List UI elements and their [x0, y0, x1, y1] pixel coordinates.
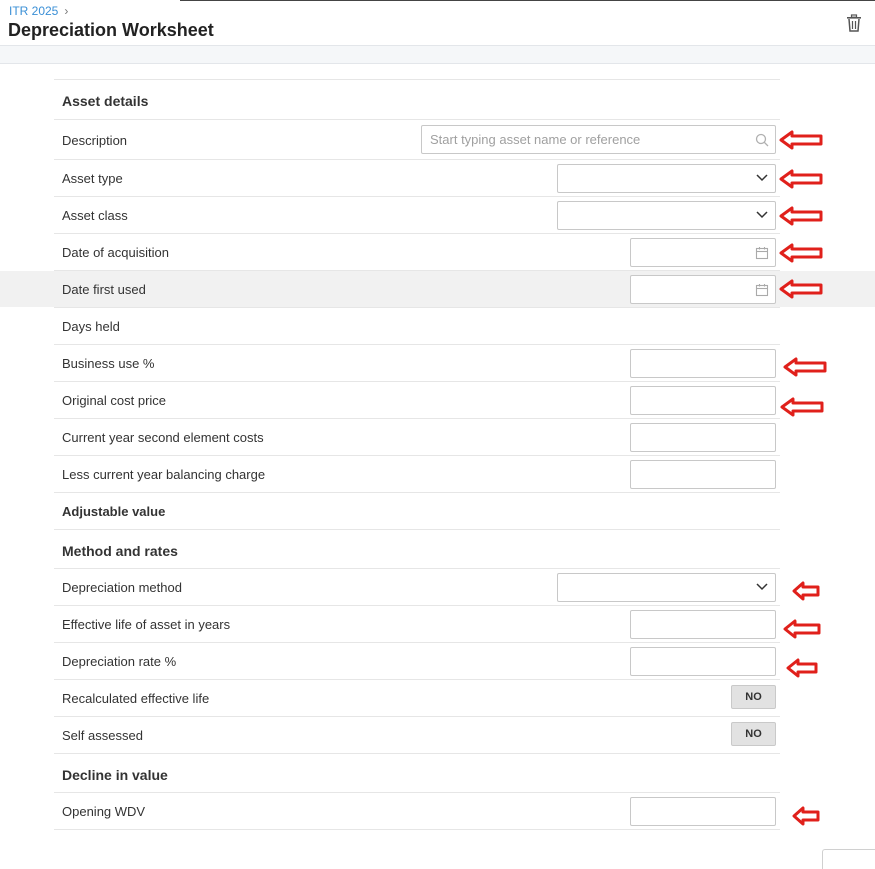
- section-method-rates: Method and rates: [54, 530, 780, 569]
- left-arrow-annotation: [786, 658, 818, 678]
- opening-wdv-input[interactable]: [631, 798, 775, 825]
- effective-life-field[interactable]: [630, 610, 776, 639]
- date-first-used-field[interactable]: [630, 275, 776, 304]
- description-label: Description: [62, 133, 128, 148]
- chevron-down-icon: [756, 211, 768, 219]
- top-border: [0, 0, 875, 1]
- header-band: [0, 46, 875, 64]
- left-arrow-annotation: [783, 357, 827, 377]
- opening-wdv-label: Opening WDV: [62, 804, 146, 819]
- depreciation-method-select[interactable]: [557, 573, 776, 602]
- depreciation-method-label: Depreciation method: [62, 580, 182, 595]
- row-asset-type: Asset type: [54, 160, 780, 197]
- asset-type-label: Asset type: [62, 171, 123, 186]
- second-element-field[interactable]: [630, 423, 776, 452]
- left-arrow-annotation: [792, 581, 820, 601]
- left-arrow-annotation: [779, 169, 823, 189]
- row-date-acquisition: Date of acquisition: [54, 234, 780, 271]
- row-asset-class: Asset class: [54, 197, 780, 234]
- row-business-use: Business use %: [54, 345, 780, 382]
- section-decline-in-value: Decline in value: [54, 754, 780, 793]
- second-element-label: Current year second element costs: [62, 430, 264, 445]
- adjustable-value-label: Adjustable value: [62, 504, 166, 519]
- row-balancing-charge: Less current year balancing charge: [54, 456, 780, 493]
- section-asset-details: Asset details: [54, 80, 780, 120]
- left-arrow-annotation: [783, 619, 821, 639]
- row-days-held: Days held: [54, 308, 780, 345]
- breadcrumb: ITR 2025 ›: [9, 4, 68, 18]
- depreciation-rate-input[interactable]: [631, 648, 775, 675]
- section-title: Method and rates: [62, 543, 178, 559]
- opening-wdv-field[interactable]: [630, 797, 776, 826]
- row-original-cost: Original cost price: [54, 382, 780, 419]
- left-arrow-annotation: [779, 130, 823, 150]
- row-recalculated-life: Recalculated effective life NO: [54, 680, 780, 717]
- trash-icon[interactable]: [846, 14, 862, 32]
- row-effective-life: Effective life of asset in years: [54, 606, 780, 643]
- calendar-icon[interactable]: [755, 246, 769, 260]
- description-search[interactable]: [421, 125, 776, 154]
- left-arrow-annotation: [779, 279, 823, 299]
- recalculated-toggle[interactable]: NO: [731, 685, 776, 709]
- page-title: Depreciation Worksheet: [8, 20, 214, 40]
- breadcrumb-link[interactable]: ITR 2025: [9, 4, 58, 18]
- effective-life-label: Effective life of asset in years: [62, 617, 231, 632]
- self-assessed-toggle[interactable]: NO: [731, 722, 776, 746]
- row-second-element: Current year second element costs: [54, 419, 780, 456]
- left-arrow-annotation: [779, 206, 823, 226]
- description-input[interactable]: [422, 126, 775, 153]
- self-assessed-label: Self assessed: [62, 728, 143, 743]
- row-opening-wdv: Opening WDV: [54, 793, 780, 830]
- original-cost-field[interactable]: [630, 386, 776, 415]
- breadcrumb-separator: ›: [64, 4, 69, 18]
- days-held-label: Days held: [62, 319, 120, 334]
- asset-class-select[interactable]: [557, 201, 776, 230]
- chevron-down-icon: [756, 174, 768, 182]
- row-adjustable-value: Adjustable value: [54, 493, 780, 530]
- date-acquisition-field[interactable]: [630, 238, 776, 267]
- original-cost-input[interactable]: [631, 387, 775, 414]
- row-depreciation-method: Depreciation method: [54, 569, 780, 606]
- row-date-first-used: Date first used: [0, 271, 875, 308]
- effective-life-input[interactable]: [631, 611, 775, 638]
- left-arrow-annotation: [780, 397, 824, 417]
- date-first-used-input[interactable]: [631, 276, 775, 303]
- asset-type-select[interactable]: [557, 164, 776, 193]
- date-acquisition-input[interactable]: [631, 239, 775, 266]
- balancing-charge-field[interactable]: [630, 460, 776, 489]
- section-title: Asset details: [62, 93, 149, 109]
- balancing-charge-input[interactable]: [631, 461, 775, 488]
- depreciation-rate-field[interactable]: [630, 647, 776, 676]
- chevron-down-icon: [756, 583, 768, 591]
- original-cost-label: Original cost price: [62, 393, 167, 408]
- row-self-assessed: Self assessed NO: [54, 717, 780, 754]
- row-depreciation-rate: Depreciation rate %: [54, 643, 780, 680]
- balancing-charge-label: Less current year balancing charge: [62, 467, 266, 482]
- asset-class-label: Asset class: [62, 208, 128, 223]
- business-use-field[interactable]: [630, 349, 776, 378]
- date-acquisition-label: Date of acquisition: [62, 245, 169, 260]
- recalculated-label: Recalculated effective life: [62, 691, 210, 706]
- depreciation-rate-label: Depreciation rate %: [62, 654, 177, 669]
- date-first-used-label: Date first used: [62, 282, 146, 297]
- row-description: Description: [54, 120, 780, 160]
- calendar-icon[interactable]: [755, 283, 769, 297]
- search-icon[interactable]: [755, 133, 769, 147]
- section-title: Decline in value: [62, 767, 168, 783]
- business-use-label: Business use %: [62, 356, 155, 371]
- left-arrow-annotation: [779, 243, 823, 263]
- second-element-input[interactable]: [631, 424, 775, 451]
- depreciation-form: Asset details Description Asset type Ass…: [0, 79, 875, 830]
- business-use-input[interactable]: [631, 350, 775, 377]
- bottom-corner-edge: [822, 849, 875, 869]
- left-arrow-annotation: [792, 806, 820, 826]
